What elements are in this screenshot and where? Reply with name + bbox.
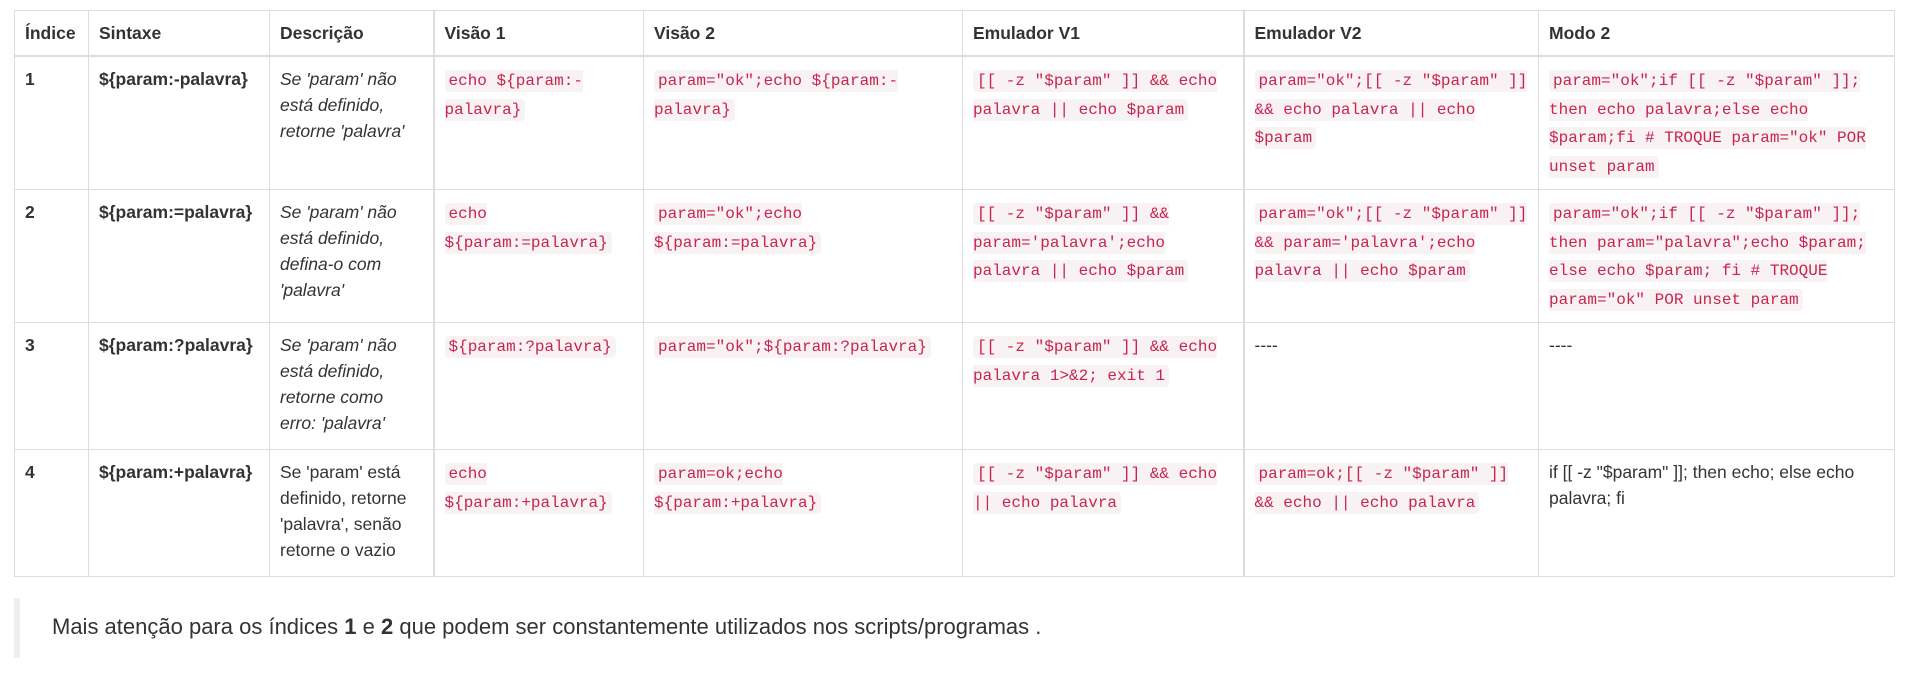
cell-syntax: ${param:-palavra} (88, 55, 270, 190)
cell-emulador-v1: [[ -z "$param" ]] && echo palavra 1>&2; … (962, 322, 1244, 450)
code-snippet: [[ -z "$param" ]] && echo palavra || ech… (973, 70, 1218, 121)
cell-visao-1: ${param:?palavra} (432, 322, 644, 450)
cell-description: Se 'param' não está definido, retorne co… (269, 322, 434, 450)
code-snippet: param="ok";if [[ -z "$param" ]]; then ec… (1549, 70, 1866, 178)
note-suffix: que podem ser constantemente utilizados … (393, 614, 1042, 639)
table-row: 2 ${param:=palavra} Se 'param' não está … (14, 189, 1895, 323)
parameter-expansion-table: Índice Sintaxe Descrição Visão 1 Visão 2… (14, 10, 1895, 577)
parameter-expansion-table-container: Índice Sintaxe Descrição Visão 1 Visão 2… (14, 10, 1895, 577)
header-visao-2: Visão 2 (643, 10, 963, 57)
cell-emulador-v2: ---- (1242, 322, 1539, 450)
note-prefix: Mais atenção para os índices (52, 614, 345, 639)
cell-visao-2: param="ok";${param:?palavra} (643, 322, 963, 450)
header-descricao: Descrição (269, 10, 434, 57)
code-snippet: [[ -z "$param" ]] && param='palavra';ech… (973, 203, 1189, 282)
cell-visao-2: param=ok;echo ${param:+palavra} (643, 449, 963, 577)
table-header-row: Índice Sintaxe Descrição Visão 1 Visão 2… (14, 10, 1895, 57)
cell-visao-1: echo ${param:-palavra} (432, 55, 644, 190)
header-modo-2: Modo 2 (1538, 10, 1895, 57)
code-snippet: param=ok;echo ${param:+palavra} (654, 463, 822, 514)
header-indice: Índice (14, 10, 89, 57)
code-snippet: param="ok";${param:?palavra} (654, 336, 931, 358)
code-snippet: [[ -z "$param" ]] && echo palavra 1>&2; … (973, 336, 1218, 387)
cell-visao-1: echo ${param:=palavra} (432, 189, 644, 323)
cell-index: 4 (14, 449, 89, 577)
code-snippet: param="ok";[[ -z "$param" ]] && param='p… (1254, 203, 1528, 282)
cell-syntax: ${param:?palavra} (88, 322, 270, 450)
cell-syntax: ${param:=palavra} (88, 189, 270, 323)
cell-emulador-v1: [[ -z "$param" ]] && param='palavra';ech… (962, 189, 1244, 323)
cell-modo-2: param="ok";if [[ -z "$param" ]]; then ec… (1538, 55, 1895, 190)
code-snippet: param="ok";if [[ -z "$param" ]]; then pa… (1549, 203, 1866, 311)
table-row: 1 ${param:-palavra} Se 'param' não está … (14, 55, 1895, 190)
cell-modo-2: param="ok";if [[ -z "$param" ]]; then pa… (1538, 189, 1895, 323)
code-snippet: param=ok;[[ -z "$param" ]] && echo || ec… (1254, 463, 1509, 514)
code-snippet: param="ok";echo ${param:-palavra} (654, 70, 899, 121)
code-snippet: [[ -z "$param" ]] && echo || echo palavr… (973, 463, 1218, 514)
code-snippet: ${param:?palavra} (444, 336, 616, 358)
cell-modo-2: if [[ -z "$param" ]]; then echo; else ec… (1538, 449, 1895, 577)
header-visao-1: Visão 1 (432, 10, 644, 57)
header-sintaxe: Sintaxe (88, 10, 270, 57)
cell-visao-2: param="ok";echo ${param:-palavra} (643, 55, 963, 190)
code-snippet: param="ok";echo ${param:=palavra} (654, 203, 822, 254)
cell-description: Se 'param' não está definido, defina-o c… (269, 189, 434, 323)
cell-description: Se 'param' está definido, retorne 'palav… (269, 449, 434, 577)
header-emulador-v2: Emulador V2 (1242, 10, 1539, 57)
note-index-2: 2 (381, 614, 394, 639)
cell-description: Se 'param' não está definido, retorne 'p… (269, 55, 434, 190)
note-index-1: 1 (344, 614, 357, 639)
code-snippet: echo ${param:-palavra} (444, 70, 583, 121)
cell-syntax: ${param:+palavra} (88, 449, 270, 577)
cell-emulador-v1: [[ -z "$param" ]] && echo palavra || ech… (962, 55, 1244, 190)
code-snippet: echo ${param:=palavra} (444, 203, 612, 254)
cell-emulador-v1: [[ -z "$param" ]] && echo || echo palavr… (962, 449, 1244, 577)
cell-index: 3 (14, 322, 89, 450)
attention-note: Mais atenção para os índices 1 e 2 que p… (14, 598, 1874, 658)
code-snippet: param="ok";[[ -z "$param" ]] && echo pal… (1254, 70, 1528, 149)
cell-emulador-v2: param="ok";[[ -z "$param" ]] && echo pal… (1242, 55, 1539, 190)
code-snippet: echo ${param:+palavra} (444, 463, 612, 514)
note-middle: e (356, 614, 381, 639)
cell-visao-2: param="ok";echo ${param:=palavra} (643, 189, 963, 323)
cell-modo-2: ---- (1538, 322, 1895, 450)
cell-visao-1: echo ${param:+palavra} (432, 449, 644, 577)
cell-emulador-v2: param="ok";[[ -z "$param" ]] && param='p… (1242, 189, 1539, 323)
cell-index: 1 (14, 55, 89, 190)
table-row: 4 ${param:+palavra} Se 'param' está defi… (14, 449, 1895, 577)
header-emulador-v1: Emulador V1 (962, 10, 1244, 57)
cell-emulador-v2: param=ok;[[ -z "$param" ]] && echo || ec… (1242, 449, 1539, 577)
table-row: 3 ${param:?palavra} Se 'param' não está … (14, 322, 1895, 450)
cell-index: 2 (14, 189, 89, 323)
